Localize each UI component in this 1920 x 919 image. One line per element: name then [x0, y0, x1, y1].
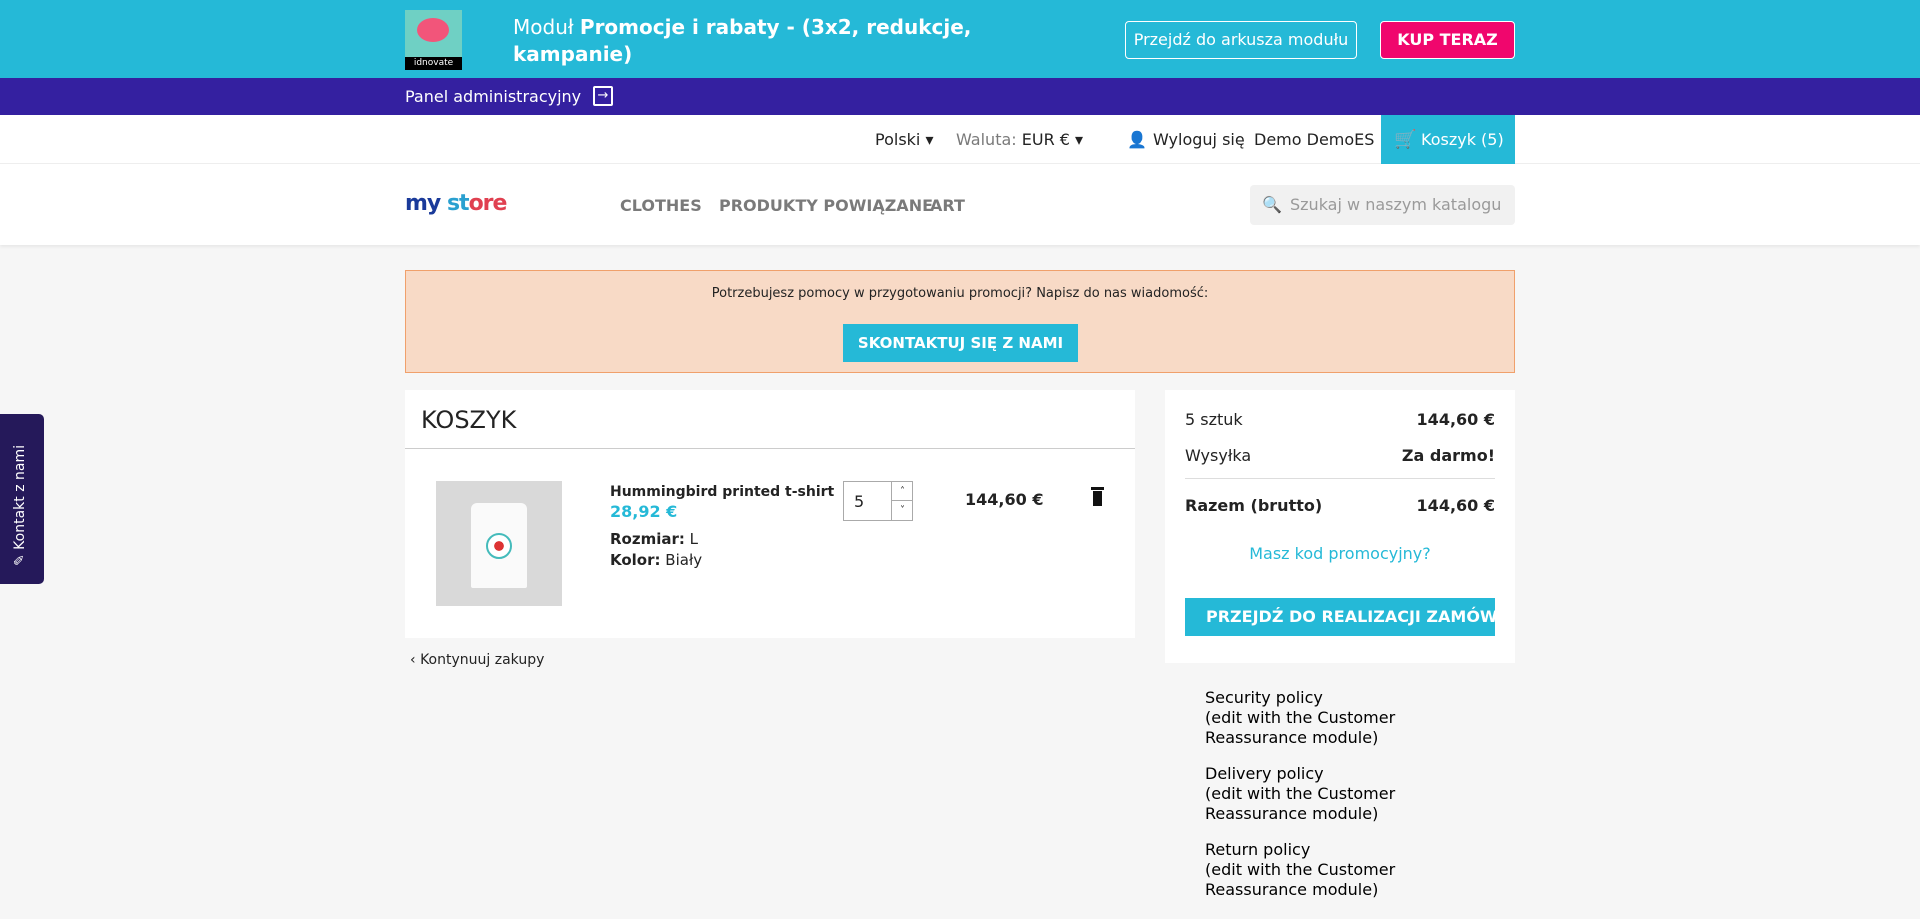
promo-help-banner: Potrzebujesz pomocy w przygotowaniu prom…	[405, 270, 1515, 373]
reassurance-text: (edit with the Customer Reassurance modu…	[1205, 784, 1396, 823]
reassurance-security: Security policy (edit with the Customer R…	[1165, 688, 1495, 748]
cart-panel: KOSZYK Hummingbird printed t-shirt 28,92…	[405, 390, 1135, 638]
chevron-down-icon[interactable]: ˅	[891, 501, 913, 520]
summary-total-row: Razem (brutto) 144,60 €	[1185, 496, 1495, 515]
cart-button[interactable]: 🛒 Koszyk (5)	[1381, 115, 1515, 164]
nav-related-products[interactable]: PRODUKTY POWIĄZANE	[719, 196, 933, 215]
module-bar: idnovate Moduł Promocje i rabaty - (3x2,…	[0, 0, 1920, 78]
reassurance-delivery: Delivery policy (edit with the Customer R…	[1165, 764, 1495, 824]
color-value: Biały	[665, 551, 703, 569]
divider	[1185, 478, 1495, 479]
summary-shipping-row: Wysyłka Za darmo!	[1185, 446, 1495, 465]
currency-value: EUR €	[1021, 130, 1070, 149]
print-art	[486, 533, 512, 559]
main-header: my store CLOTHES PRODUKTY POWIĄZANE ART …	[0, 164, 1920, 245]
quantity-input[interactable]: 5	[854, 492, 864, 511]
cart-label: Koszyk (5)	[1421, 130, 1504, 149]
size-value: L	[689, 530, 699, 548]
search-icon: 🔍	[1262, 195, 1282, 214]
reassurance-text: (edit with the Customer Reassurance modu…	[1205, 860, 1396, 899]
currency-select[interactable]: Waluta: EUR € ▾	[956, 130, 1083, 149]
module-logo: idnovate	[405, 10, 462, 70]
continue-label: Kontynuuj zakupy	[420, 652, 545, 668]
account-link[interactable]: Demo DemoES	[1254, 130, 1374, 149]
language-select[interactable]: Polski ▾	[875, 130, 933, 149]
product-size: Rozmiar: L	[610, 530, 698, 548]
items-value: 144,60 €	[1416, 410, 1495, 429]
nav-clothes[interactable]: CLOTHES	[620, 196, 702, 215]
buy-now-button[interactable]: KUP TERAZ	[1380, 21, 1515, 59]
exit-icon[interactable]: →	[593, 86, 613, 106]
shipping-value: Za darmo!	[1401, 446, 1495, 465]
store-logo[interactable]: my store	[405, 191, 507, 216]
product-name[interactable]: Hummingbird printed t-shirt	[610, 484, 834, 500]
admin-bar: Panel administracyjny →	[0, 78, 1920, 115]
reassurance-title: Delivery policy	[1205, 764, 1324, 783]
title-prefix: Moduł	[513, 15, 580, 39]
total-label: Razem (brutto)	[1185, 496, 1323, 515]
search-input[interactable]: 🔍 Szukaj w naszym katalogu	[1250, 185, 1515, 225]
nav-art[interactable]: ART	[930, 196, 965, 215]
reassurance-text: (edit with the Customer Reassurance modu…	[1205, 708, 1396, 747]
reassurance-title: Return policy	[1205, 840, 1311, 859]
divider	[405, 448, 1135, 449]
cart-icon: 🛒	[1394, 129, 1417, 150]
product-image[interactable]	[436, 481, 562, 606]
search-placeholder: Szukaj w naszym katalogu	[1290, 195, 1502, 214]
contact-side-tab[interactable]: ✎ Kontakt z nami	[0, 414, 44, 584]
checkout-button[interactable]: PRZEJDŹ DO REALIZACJI ZAMÓWIENIA	[1185, 598, 1495, 636]
reassurance-return: Return policy (edit with the Customer Rea…	[1165, 840, 1495, 900]
title-bold: Promocje i rabaty - (3x2, redukcje, kamp…	[513, 15, 972, 66]
side-tab-label: Kontakt z nami	[12, 444, 28, 550]
module-title: Moduł Promocje i rabaty - (3x2, redukcje…	[513, 14, 973, 68]
cart-title: KOSZYK	[421, 406, 517, 434]
piggy-bank-icon	[417, 18, 449, 42]
language-label: Polski	[875, 130, 921, 149]
chevron-up-icon[interactable]: ˄	[891, 482, 913, 501]
currency-label: Waluta:	[956, 130, 1017, 149]
user-icon: 👤	[1127, 130, 1147, 149]
top-header: Polski ▾ Waluta: EUR € ▾ 👤 Wyloguj się D…	[0, 115, 1920, 164]
continue-shopping-link[interactable]: ‹ Kontynuuj zakupy	[410, 652, 544, 668]
color-label: Kolor:	[610, 551, 661, 569]
chevron-left-icon: ‹	[410, 652, 421, 668]
summary-items-row: 5 sztuk 144,60 €	[1185, 410, 1495, 429]
product-color: Kolor: Biały	[610, 551, 702, 569]
product-price: 28,92 €	[610, 502, 678, 521]
shipping-label: Wysyłka	[1185, 446, 1252, 465]
promo-text: Potrzebujesz pomocy w przygotowaniu prom…	[711, 286, 1209, 301]
promo-code-link[interactable]: Masz kod promocyjny?	[1165, 544, 1515, 563]
pencil-icon: ✎	[12, 549, 28, 566]
module-sheet-button[interactable]: Przejdź do arkusza modułu	[1125, 21, 1357, 59]
cart-summary: 5 sztuk 144,60 € Wysyłka Za darmo! Razem (…	[1165, 390, 1515, 663]
logout-link[interactable]: Wyloguj się	[1153, 130, 1245, 149]
total-value: 144,60 €	[1416, 496, 1495, 515]
reassurance-title: Security policy	[1205, 688, 1323, 707]
trash-icon[interactable]	[1091, 487, 1104, 506]
size-label: Rozmiar:	[610, 530, 685, 548]
logo-text: idnovate	[405, 57, 462, 70]
line-total: 144,60 €	[965, 490, 1044, 509]
admin-panel-link[interactable]: Panel administracyjny	[405, 87, 581, 106]
items-label: 5 sztuk	[1185, 410, 1243, 429]
quantity-stepper[interactable]: 5 ˄ ˅	[843, 481, 913, 521]
contact-us-button[interactable]: SKONTAKTUJ SIĘ Z NAMI	[843, 324, 1078, 362]
tshirt-image	[471, 503, 527, 588]
